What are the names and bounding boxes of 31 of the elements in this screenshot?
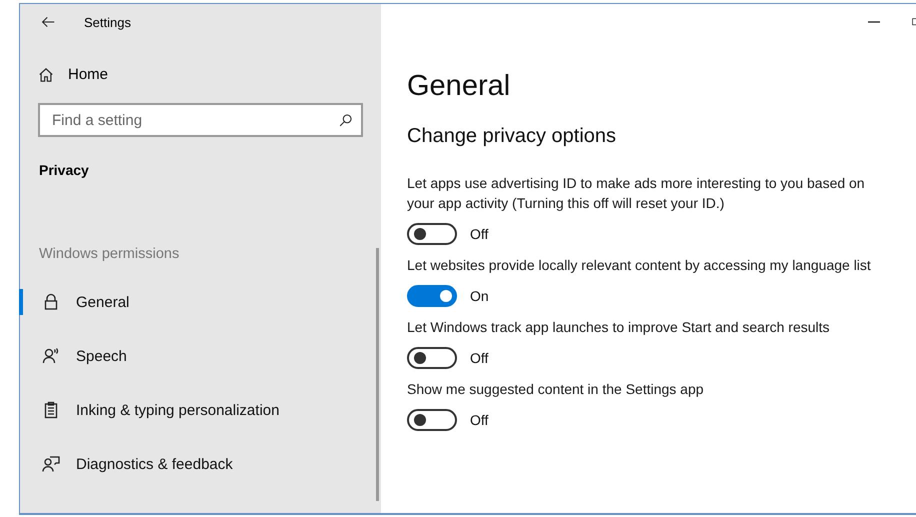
- minimize-icon[interactable]: [868, 21, 880, 23]
- person-feedback-icon: [42, 455, 60, 473]
- toggle-switch[interactable]: [407, 223, 457, 245]
- option-description: Let Windows track app launches to improve Start and search results: [407, 318, 831, 337]
- category-heading: Privacy: [39, 162, 90, 178]
- search-icon: [339, 113, 353, 127]
- toggle-state: Off: [470, 226, 488, 242]
- option-description: Let websites provide locally relevant content by accessing my language list: [407, 256, 872, 275]
- page-title: General: [407, 70, 512, 103]
- toggle-switch[interactable]: [407, 409, 457, 431]
- sidebar-item[interactable]: Inking & typing personalization: [19, 397, 381, 423]
- option-description: Show me suggested content in the Settings app: [407, 380, 705, 399]
- toggle-state: Off: [470, 350, 488, 366]
- home-link[interactable]: Home: [38, 66, 381, 83]
- clipboard-icon: [42, 401, 60, 419]
- sidebar-item[interactable]: Speech: [19, 343, 381, 369]
- window-title: Settings: [84, 14, 131, 30]
- toggle-state: Off: [470, 412, 488, 428]
- search-field[interactable]: Find a setting: [38, 103, 363, 137]
- home-icon: [38, 66, 54, 82]
- scrollbar[interactable]: [376, 248, 379, 501]
- toggle-switch[interactable]: [407, 285, 457, 307]
- lock-icon: [42, 293, 60, 311]
- section-title: Change privacy options: [407, 125, 618, 148]
- person-sound-icon: [42, 347, 60, 365]
- sidebar-item[interactable]: Diagnostics & feedback: [19, 451, 381, 477]
- toggle-state: On: [470, 288, 489, 304]
- back-arrow-icon: [40, 15, 56, 29]
- toggle-switch[interactable]: [407, 347, 457, 369]
- option-description: Let apps use advertising ID to make ads more interesting to you based on your app activity (Turning this off will reset your ID.): [407, 174, 866, 213]
- section-heading: Windows permissions: [39, 246, 180, 262]
